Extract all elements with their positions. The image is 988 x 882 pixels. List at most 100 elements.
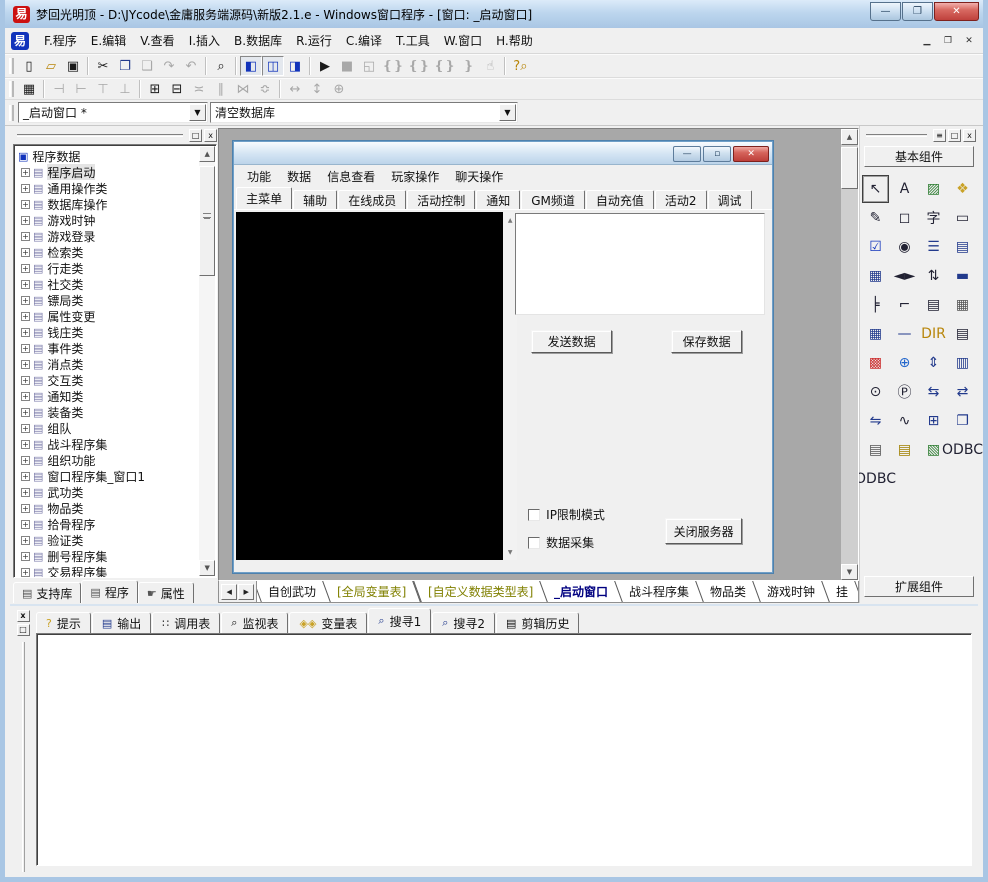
menu-item[interactable]: C.编译 [339,29,389,52]
scroll-down-icon[interactable]: ▼ [504,546,516,558]
output-restore-button[interactable]: □ [17,624,30,636]
dropdown-list[interactable]: ▤ [949,233,976,261]
open-file-button[interactable]: ▱ [40,56,62,76]
tree-item[interactable]: + ▤ 物品类 [18,500,198,516]
designer-tab[interactable]: 调试 [708,190,752,209]
tree-item[interactable]: + ▤ 交互类 [18,372,198,388]
output-close-button[interactable]: x [17,610,30,622]
window-selector-combo[interactable]: _启动窗口 * ▼ [18,102,208,123]
output-content[interactable] [36,633,972,866]
tree-item[interactable]: + ▤ 组织功能 [18,452,198,468]
panel-component[interactable]: ▭ [949,204,976,232]
tree-item[interactable]: + ▤ 交易程序集 [18,564,198,578]
menu-item[interactable]: B.数据库 [227,29,289,52]
tree-item[interactable]: + ▤ 程序启动 [18,164,198,180]
basic-components-button[interactable]: 基本组件 [864,146,974,167]
run-button[interactable]: ▶ [314,56,336,76]
menu-item[interactable]: F.程序 [37,29,84,52]
data-collect-checkbox[interactable]: 数据采集 [528,534,594,551]
log-listbox[interactable] [236,212,503,560]
mdi-tab[interactable]: _启动窗口 [539,581,623,602]
scroll-down-icon[interactable]: ▼ [841,564,858,580]
mdi-tab[interactable]: 战斗程序集 [614,581,704,602]
mdi-tab[interactable]: [全局变量表] [322,581,421,602]
same-height-button[interactable]: ↕ [306,79,328,99]
mdi-scrollbar[interactable]: ▲ ▼ [841,129,858,580]
center-horizontal-button[interactable]: ⊞ [144,79,166,99]
mdi-tab[interactable]: [自定义数据类型表] [413,581,548,602]
expand-plus-icon[interactable]: + [21,232,30,241]
dock-grip[interactable] [866,134,927,137]
slider-bar[interactable]: ╞ [862,291,889,319]
expand-plus-icon[interactable]: + [21,568,30,577]
color-picker[interactable]: ▩ [862,349,889,377]
expand-plus-icon[interactable]: + [21,312,30,321]
tree-item[interactable]: + ▤ 组队 [18,420,198,436]
expand-plus-icon[interactable]: + [21,424,30,433]
toolbar-grip[interactable] [9,81,14,97]
internet-component[interactable]: ⊕ [891,349,918,377]
designer-tab[interactable]: 通知 [476,190,520,209]
expand-plus-icon[interactable]: + [21,280,30,289]
copy-button[interactable]: ❐ [114,56,136,76]
designer-tab[interactable]: 活动2 [655,190,707,209]
mdi-restore-button[interactable]: ❐ [938,33,958,49]
dock-grip[interactable] [22,642,25,872]
db-edit-component[interactable]: ▤ [862,436,889,464]
designer-close-button[interactable]: ✕ [733,146,769,162]
data-interface[interactable]: ∿ [891,407,918,435]
dir-picker[interactable]: DIR [920,320,947,348]
tree-item[interactable]: + ▤ 游戏时钟 [18,212,198,228]
scrollbar-thumb[interactable] [199,166,215,276]
tree-item[interactable]: + ▤ 武功类 [18,484,198,500]
run-to-cursor-button[interactable]: ❵ [457,56,479,76]
align-left-button[interactable]: ⊣ [48,79,70,99]
group-box[interactable]: ◻ [891,204,918,232]
tab-call-table[interactable]: ∷ 调用表 [152,612,220,633]
designer-tab[interactable]: 主菜单 [236,187,292,209]
tree-item[interactable]: + ▤ 验证类 [18,532,198,548]
find-button[interactable]: ⌕ [210,56,232,76]
mdi-tab[interactable]: 自创武功 [257,581,331,602]
designer-menu-item[interactable]: 玩家操作 [384,166,446,187]
layout-split-button[interactable]: ◫ [262,56,284,76]
expand-plus-icon[interactable]: + [21,344,30,353]
tree-root[interactable]: ▣ 程序数据 [18,148,198,164]
designer-tab[interactable]: 活动控制 [407,190,475,209]
step-out-button[interactable]: ❴❵ [432,56,458,76]
tab-properties[interactable]: ☛ 属性 [138,582,194,603]
scrollbar-thumb[interactable] [841,147,858,189]
menu-item[interactable]: E.编辑 [84,29,133,52]
new-file-button[interactable]: ▯ [18,56,40,76]
toolbar-component[interactable]: ▥ [949,349,976,377]
expand-plus-icon[interactable]: + [21,200,30,209]
static-text[interactable]: 字 [920,204,947,232]
step-over-button[interactable]: ❴❵ [406,56,432,76]
scroll-up-icon[interactable]: ▲ [199,146,215,162]
mdi-close-button[interactable]: ✕ [959,33,979,49]
shape-group[interactable]: ❖ [949,175,976,203]
checkbox-component[interactable]: ☑ [862,233,889,261]
menu-item[interactable]: R.运行 [289,29,339,52]
tree-item[interactable]: + ▤ 行走类 [18,260,198,276]
progress-bar[interactable]: ▬ [949,262,976,290]
extended-components-button[interactable]: 扩展组件 [864,576,974,597]
designer-tab[interactable]: GM频道 [521,190,585,209]
tree-item[interactable]: + ▤ 游戏登录 [18,228,198,244]
layout-form-button[interactable]: ◨ [284,56,306,76]
odbc-connection[interactable]: ODBC [949,436,976,464]
designer-menu-item[interactable]: 聊天操作 [448,166,510,187]
toolbar-grip[interactable] [9,58,14,74]
horizontal-scrollbar[interactable]: ◄► [891,262,918,290]
designer-tab[interactable]: 辅助 [293,190,337,209]
panel-menu-button[interactable]: ≡ [933,129,946,142]
remote-client[interactable]: ⇋ [862,407,889,435]
close-button[interactable]: ✕ [934,2,979,21]
expand-plus-icon[interactable]: + [21,376,30,385]
listbox-component[interactable]: ☰ [920,233,947,261]
align-bottom-button[interactable]: ⊥ [114,79,136,99]
menu-item[interactable]: H.帮助 [489,29,540,52]
tree-item[interactable]: + ▤ 事件类 [18,340,198,356]
expand-plus-icon[interactable]: + [21,264,30,273]
designer-tab[interactable]: 自动充值 [586,190,654,209]
